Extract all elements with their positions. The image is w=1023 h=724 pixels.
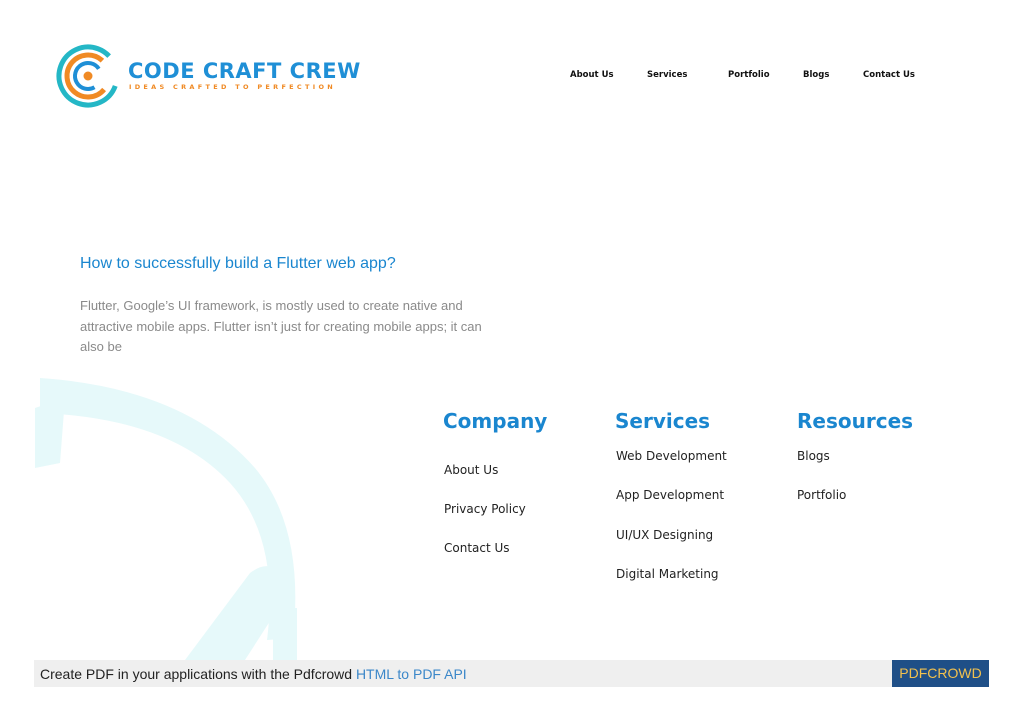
nav-blogs[interactable]: Blogs <box>803 70 829 80</box>
pdfcrowd-text: Create PDF in your applications with the… <box>40 666 353 682</box>
footer-link-privacy-policy[interactable]: Privacy Policy <box>444 502 526 516</box>
pdfcrowd-text-wrap: Create PDF in your applications with the… <box>40 666 467 682</box>
footer-company-heading: Company <box>443 409 548 433</box>
post-excerpt: Flutter, Google’s UI framework, is mostl… <box>80 298 482 354</box>
nav-services[interactable]: Services <box>647 70 687 80</box>
footer-link-portfolio[interactable]: Portfolio <box>797 488 846 502</box>
footer-resources-heading: Resources <box>797 409 914 433</box>
decorative-ring-icon <box>35 378 297 660</box>
footer-link-digital-marketing[interactable]: Digital Marketing <box>616 567 719 581</box>
pdfcrowd-banner: Create PDF in your applications with the… <box>34 660 989 687</box>
nav-about-us[interactable]: About Us <box>570 70 614 80</box>
footer-link-ui-ux-designing[interactable]: UI/UX Designing <box>616 528 713 542</box>
nav-portfolio[interactable]: Portfolio <box>728 70 770 80</box>
nav-contact-us[interactable]: Contact Us <box>863 70 915 80</box>
brand-tagline: IDEAS CRAFTED TO PERFECTION <box>129 83 337 91</box>
pdfcrowd-api-link[interactable]: HTML to PDF API <box>356 666 467 682</box>
footer-link-app-development[interactable]: App Development <box>616 488 724 502</box>
post-title-link[interactable]: How to successfully build a Flutter web … <box>80 255 396 273</box>
footer-link-web-development[interactable]: Web Development <box>616 449 727 463</box>
background-decoration <box>35 378 300 660</box>
footer-link-about-us[interactable]: About Us <box>444 463 498 477</box>
logo-mark-icon <box>56 44 119 108</box>
footer-link-contact-us[interactable]: Contact Us <box>444 541 510 555</box>
footer-services-heading: Services <box>615 409 711 433</box>
footer-link-blogs[interactable]: Blogs <box>797 449 830 463</box>
brand-logo[interactable]: CODE CRAFT CREW IDEAS CRAFTED TO PERFECT… <box>55 42 360 110</box>
pdfcrowd-badge[interactable]: PDFCROWD <box>892 660 989 687</box>
brand-name: CODE CRAFT CREW <box>128 59 361 83</box>
